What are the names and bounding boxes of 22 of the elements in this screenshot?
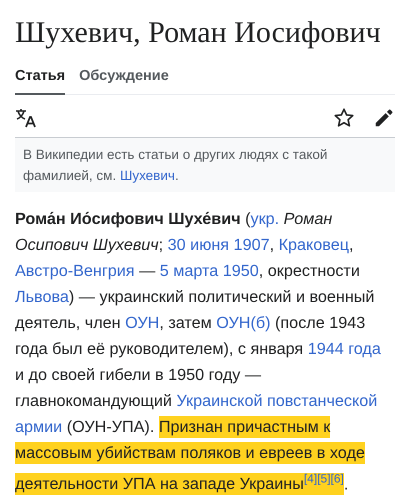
link[interactable]: 5 марта 1950	[160, 262, 259, 280]
link[interactable]: 1944 года	[308, 340, 381, 358]
link[interactable]: 30 июня 1907	[168, 236, 270, 254]
tab[interactable]: Статья	[15, 66, 66, 94]
citation-link[interactable]: [6]	[330, 472, 344, 486]
tab[interactable]: Обсуждение	[79, 66, 169, 94]
link[interactable]: армии	[15, 418, 62, 436]
hatnote: В Википедии есть статьи о других людях с такой фамилией, см. Шухевич.	[15, 138, 395, 192]
link[interactable]: ОУН	[125, 314, 160, 332]
translate-icon[interactable]	[15, 108, 37, 128]
link[interactable]: Австро-Венгрия	[15, 262, 135, 280]
link[interactable]: Львова	[15, 288, 69, 306]
edit-icon[interactable]	[373, 106, 395, 128]
citation-link[interactable]: [4]	[304, 472, 318, 486]
link[interactable]: Шухевич	[120, 168, 175, 182]
star-icon[interactable]	[333, 106, 355, 128]
link[interactable]: укр.	[250, 210, 280, 228]
citation-link[interactable]: [5]	[317, 472, 331, 486]
link[interactable]: Краковец	[278, 236, 349, 254]
article-title: Шухевич, Роман Иосифович	[15, 15, 382, 51]
link[interactable]: ОУН(б)	[216, 314, 271, 332]
link[interactable]: Украинской повстанческой	[176, 392, 378, 410]
